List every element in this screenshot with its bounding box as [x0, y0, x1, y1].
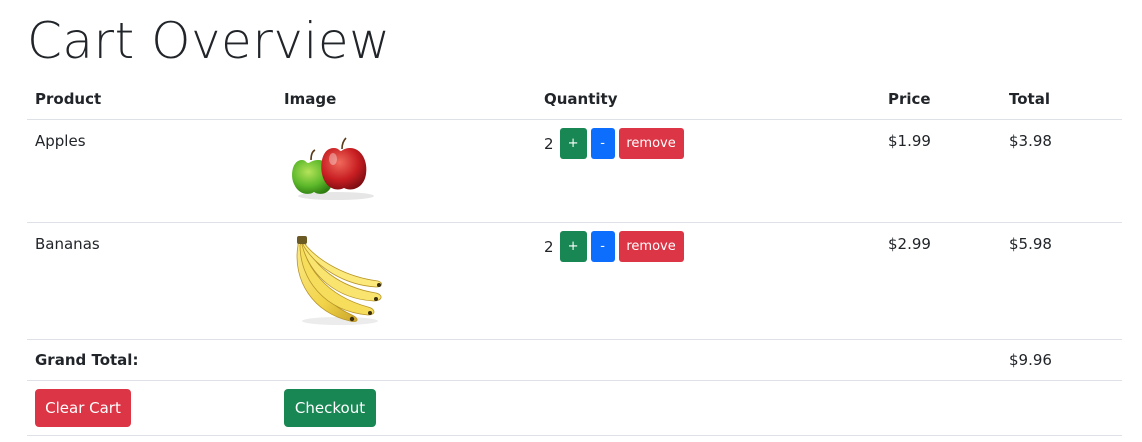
- header-product: Product: [27, 80, 276, 120]
- table-row: Apples 2 + - remove $1.99 $3.98: [27, 119, 1122, 223]
- header-total: Total: [1001, 80, 1122, 120]
- table-header-row: Product Image Quantity Price Total: [27, 80, 1122, 120]
- apples-image: [284, 132, 528, 222]
- price-cell: $1.99: [880, 119, 1001, 223]
- decrease-quantity-button[interactable]: -: [590, 128, 615, 159]
- quantity-value: 2: [544, 237, 554, 256]
- grand-total-label: Grand Total:: [27, 339, 276, 381]
- page-title: Cart Overview: [27, 12, 391, 70]
- remove-item-button[interactable]: remove: [618, 128, 684, 159]
- cart-table: Product Image Quantity Price Total Apple…: [27, 80, 1122, 436]
- decrease-quantity-button[interactable]: -: [590, 231, 615, 262]
- header-image: Image: [276, 80, 536, 120]
- actions-row: Clear Cart Checkout: [27, 380, 1122, 436]
- price-cell: $2.99: [880, 222, 1001, 340]
- product-image-cell: [276, 119, 536, 223]
- quantity-value: 2: [544, 134, 554, 153]
- grand-total-value: $9.96: [1001, 339, 1122, 381]
- header-quantity: Quantity: [536, 80, 880, 120]
- increase-quantity-button[interactable]: +: [559, 231, 587, 262]
- clear-cart-button[interactable]: Clear Cart: [35, 389, 131, 427]
- header-price: Price: [880, 80, 1001, 120]
- row-total-cell: $5.98: [1001, 222, 1122, 340]
- product-name: Bananas: [27, 222, 276, 340]
- apples-icon: [292, 137, 374, 200]
- remove-item-button[interactable]: remove: [618, 231, 684, 262]
- product-image-cell: [276, 222, 536, 340]
- product-name: Apples: [27, 119, 276, 223]
- grand-total-row: Grand Total: $9.96: [27, 339, 1122, 381]
- increase-quantity-button[interactable]: +: [559, 128, 587, 159]
- checkout-button[interactable]: Checkout: [284, 389, 376, 427]
- quantity-cell: 2 + - remove: [536, 119, 880, 223]
- quantity-cell: 2 + - remove: [536, 222, 880, 340]
- table-row: Bananas 2 + - remove $2.99 $5.98: [27, 222, 1122, 340]
- bananas-icon: [296, 236, 382, 325]
- cart-page: Cart Overview Product Image Quantity Pri…: [0, 0, 1142, 442]
- bananas-image: [284, 235, 528, 325]
- row-total-cell: $3.98: [1001, 119, 1122, 223]
